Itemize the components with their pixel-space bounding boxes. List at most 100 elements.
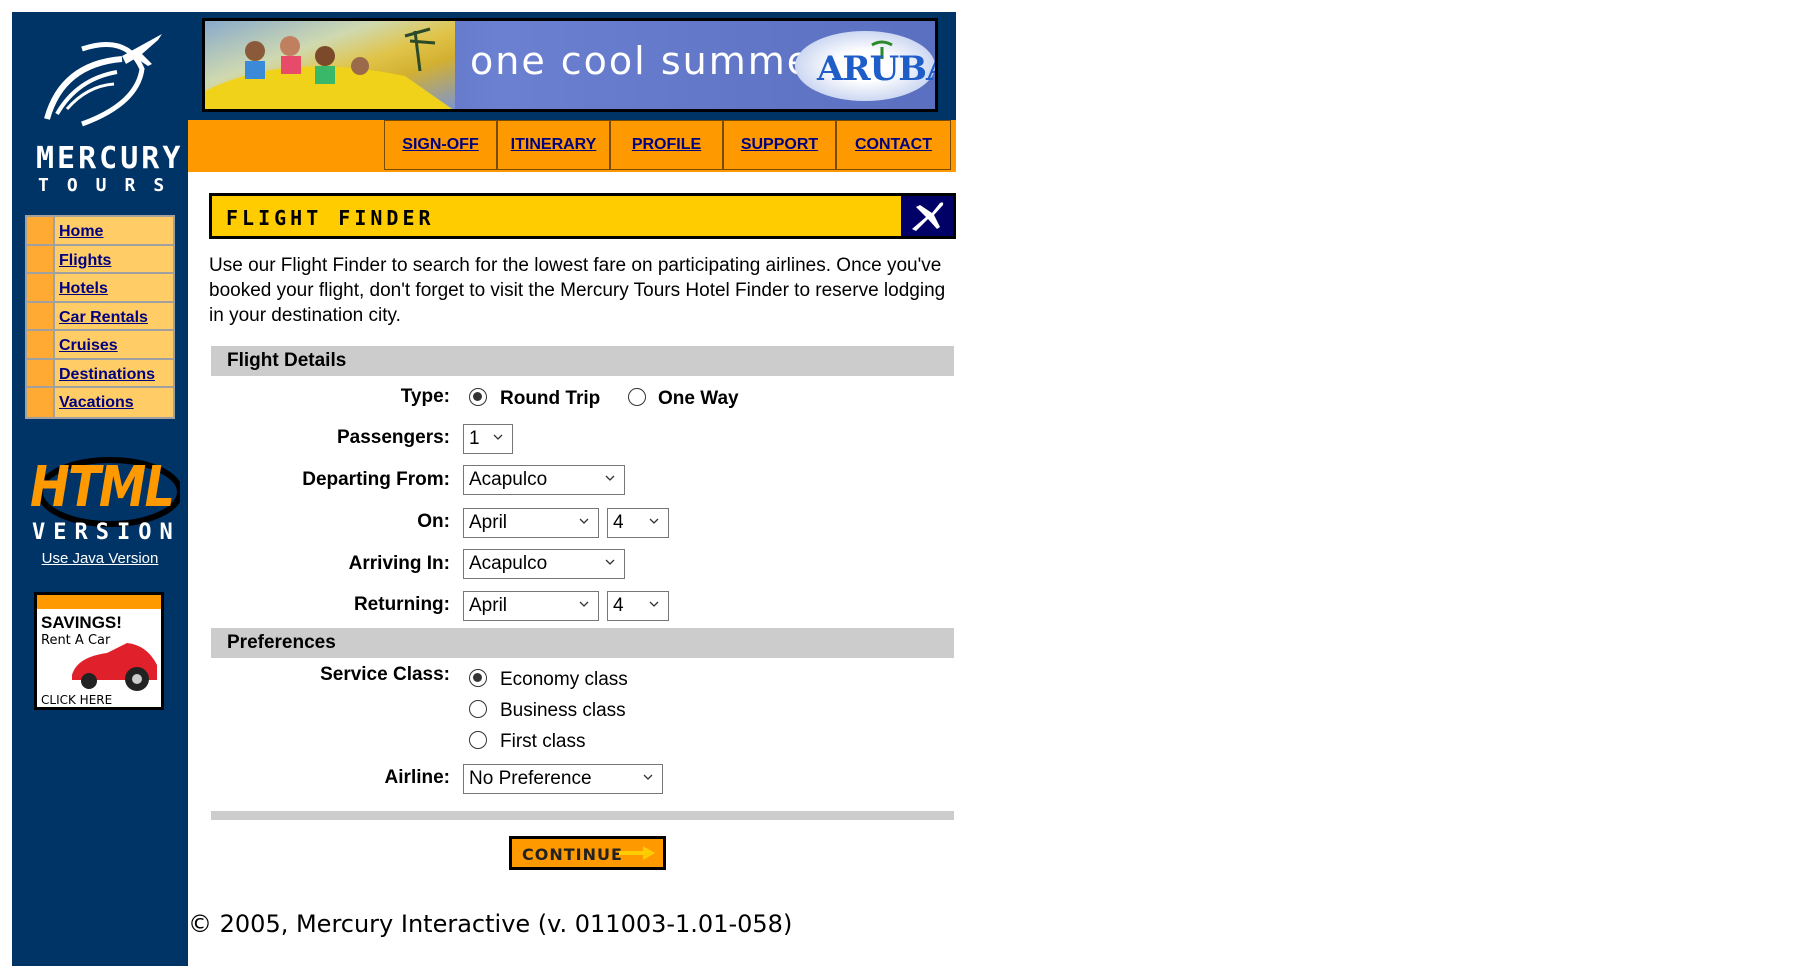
side-nav-link[interactable]: Vacations [59,394,134,412]
side-nav-item-flights[interactable]: Flights [27,245,173,274]
chevron-down-icon [493,434,503,440]
side-nav-item-home[interactable]: Home [27,217,173,246]
one-way-radio[interactable] [628,388,646,406]
airline-select[interactable]: No Preference [463,764,663,794]
returning-day-select[interactable]: 4 [607,591,669,621]
first-class-label[interactable]: First class [500,731,586,753]
departing-day-value: 4 [613,512,624,533]
on-label: On: [417,511,450,532]
chevron-down-icon [605,559,615,565]
returning-day-value: 4 [613,595,624,616]
returning-label: Returning: [353,594,450,615]
logo-wordmark: MERCURY [36,141,184,176]
departing-from-value: Acapulco [469,469,548,490]
economy-class-label[interactable]: Economy class [500,669,628,691]
airplane-icon [912,202,944,231]
side-nav-link[interactable]: Cruises [59,337,118,355]
top-nav-link[interactable]: SUPPORT [741,136,818,154]
arriving-in-value: Acapulco [469,553,548,574]
logo-subword: TOURS [38,175,183,196]
html-badge-text: HTML [30,455,175,520]
one-way-label[interactable]: One Way [658,388,739,410]
side-nav-item-destinations[interactable]: Destinations [27,359,173,388]
departing-from-label: Departing From: [302,469,450,490]
raft-people-image-icon [205,27,453,109]
mercury-tours-logo[interactable]: MERCURY TOURS [22,24,182,200]
top-nav-item-profile[interactable]: PROFILE [610,120,723,170]
service-class-label: Service Class: [320,664,450,685]
top-banner-area: one cool summer ARUBA [188,12,956,120]
side-nav-item-vacations[interactable]: Vacations [27,388,173,417]
side-nav-item-hotels[interactable]: Hotels [27,274,173,303]
chevron-down-icon [643,774,653,780]
side-nav-link[interactable]: Flights [59,252,111,270]
section-heading: Preferences [227,632,336,653]
continue-label: CONTINUE [522,845,623,864]
use-java-version-link[interactable]: Use Java Version [12,550,188,567]
section-heading: Flight Details [227,350,347,371]
side-nav-item-car-rentals[interactable]: Car Rentals [27,302,173,331]
plane-swoosh-icon [44,34,162,127]
side-nav-link[interactable]: Destinations [59,366,155,384]
chevron-down-icon [649,601,659,607]
ad-cta: CLICK HERE [41,693,113,707]
top-nav-link[interactable]: SIGN-OFF [402,136,478,154]
arriving-in-label: Arriving In: [348,553,450,574]
type-label: Type: [400,386,450,407]
page-title: FLIGHT FINDER [226,206,435,230]
side-nav-link[interactable]: Car Rentals [59,309,148,327]
plane-icon-box [901,196,953,236]
left-sidebar: MERCURY TOURS Home Flights Hotels Car Re… [12,12,188,966]
top-nav-item-itinerary[interactable]: ITINERARY [497,120,610,170]
side-nav-link[interactable]: Home [59,223,103,241]
side-nav-item-cruises[interactable]: Cruises [27,331,173,360]
arriving-in-select[interactable]: Acapulco [463,549,625,579]
continue-button[interactable]: CONTINUE [509,836,666,870]
top-nav-item-sign-off[interactable]: SIGN-OFF [384,120,497,170]
banner-photo [205,21,455,109]
chevron-down-icon [579,518,589,524]
top-nav-link[interactable]: CONTACT [855,136,932,154]
rent-a-car-ad[interactable]: SAVINGS! Rent A Car CLICK HERE [34,592,164,710]
intro-text: Use our Flight Finder to search for the … [209,255,946,326]
ad-top-bar [37,595,161,609]
top-nav: SIGN-OFF ITINERARY PROFILE SUPPORT CONTA… [188,120,956,172]
top-nav-item-support[interactable]: SUPPORT [723,120,836,170]
airline-value: No Preference [469,768,592,789]
ad-title: SAVINGS! [41,613,122,632]
side-nav-link[interactable]: Hotels [59,280,108,298]
economy-class-radio[interactable] [469,669,487,687]
copyright-footer: © 2005, Mercury Interactive (v. 011003-1… [188,910,793,938]
round-trip-radio[interactable] [469,388,487,406]
red-car-icon [72,643,157,691]
first-class-radio[interactable] [469,731,487,749]
chevron-down-icon [579,601,589,607]
departing-month-value: April [469,512,508,533]
side-nav: Home Flights Hotels Car Rentals Cruises … [25,215,175,419]
departing-month-select[interactable]: April [463,508,599,538]
banner-slogan: one cool summer [470,39,830,83]
chevron-down-icon [605,475,615,481]
aruba-logo-text: ARUBA [817,49,938,89]
airline-label: Airline: [384,767,450,788]
passengers-value: 1 [469,428,480,449]
chevron-down-icon [649,518,659,524]
top-nav-link[interactable]: PROFILE [632,136,701,154]
departing-from-select[interactable]: Acapulco [463,465,625,495]
top-nav-link[interactable]: ITINERARY [511,136,597,154]
top-nav-item-contact[interactable]: CONTACT [836,120,951,170]
flight-finder-header: FLIGHT FINDER [209,193,956,239]
arrow-right-icon [619,846,655,860]
version-badge-text: VERSION [32,520,181,545]
aruba-banner-ad[interactable]: one cool summer ARUBA [202,18,938,112]
form-bottom-divider [211,811,954,820]
round-trip-label[interactable]: Round Trip [500,388,600,410]
business-class-radio[interactable] [469,700,487,718]
passengers-select[interactable]: 1 [463,424,513,454]
business-class-label[interactable]: Business class [500,700,626,722]
returning-month-value: April [469,595,508,616]
returning-month-select[interactable]: April [463,591,599,621]
flight-details-section-header: Flight Details [211,346,954,376]
passengers-label: Passengers: [336,427,450,448]
departing-day-select[interactable]: 4 [607,508,669,538]
